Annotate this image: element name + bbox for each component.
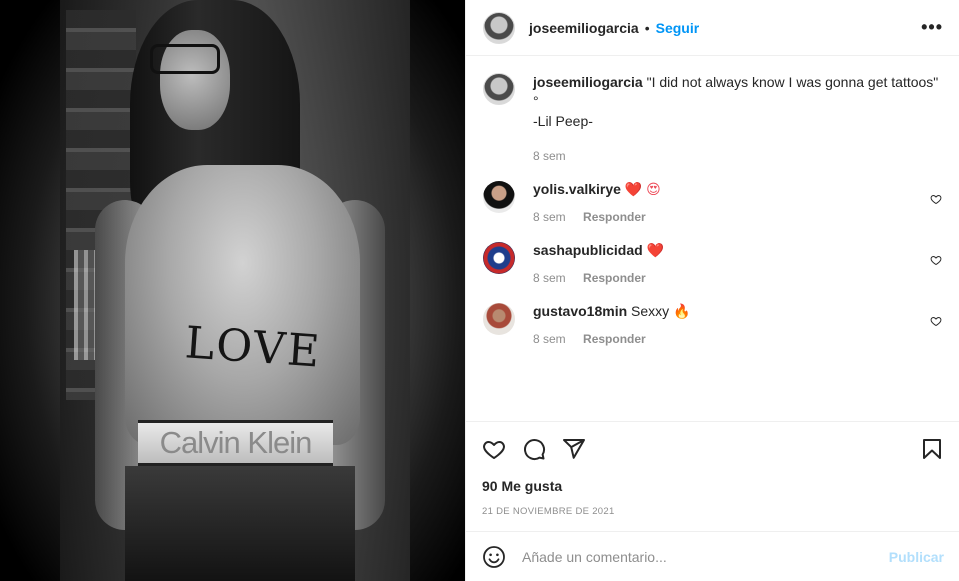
comments-list[interactable]: joseemiliogarcia "I did not always know … [466,57,959,420]
action-icons [482,422,944,476]
comment-item: sashapublicidad ❤️ 8 sem Responder [483,242,944,285]
share-icon[interactable] [562,437,586,461]
post-date[interactable]: 21 DE NOVIEMBRE DE 2021 [482,506,944,517]
photo-jeans [125,466,355,581]
caption-avatar[interactable] [483,73,515,105]
like-comment-heart-icon[interactable] [930,254,942,266]
commenter-avatar[interactable] [483,242,515,274]
bookmark-icon[interactable] [920,437,944,461]
like-comment-heart-icon[interactable] [930,315,942,327]
more-options-icon[interactable]: ••• [921,17,943,38]
photo-glasses [150,44,220,74]
photo-torso [125,165,360,445]
commenter-avatar[interactable] [483,303,515,335]
header-separator: • [644,19,650,36]
author-username[interactable]: joseemiliogarcia [529,20,639,36]
photo-tattoo-text: LOVE [183,317,324,378]
post-side-panel: joseemiliogarcia • Seguir ••• joseemilio… [465,0,959,581]
comment-input[interactable] [522,548,889,565]
comment-icon[interactable] [522,437,546,461]
add-comment-bar: Publicar [466,531,959,581]
comment-meta: 8 sem Responder [533,332,944,346]
caption-time[interactable]: 8 sem [533,149,944,163]
likes-count[interactable]: 90 Me gusta [482,478,944,494]
photo-waistband-text: Calvin Klein [159,425,313,460]
comment-meta: 8 sem Responder [533,271,944,285]
like-heart-icon[interactable] [482,437,506,461]
follow-button[interactable]: Seguir [656,20,700,36]
comment-time[interactable]: 8 sem [533,271,566,285]
caption-line-3: -Lil Peep- [533,113,593,129]
comment-text: ❤️ 😍 [624,181,661,197]
author-avatar[interactable] [483,11,515,44]
comment-text: ❤️ [646,242,665,258]
comment-item: yolis.valkirye ❤️ 😍 8 sem Responder [483,181,944,224]
reply-button[interactable]: Responder [583,271,646,285]
post-header: joseemiliogarcia • Seguir ••• [466,0,959,56]
comment-time[interactable]: 8 sem [533,332,566,346]
commenter-avatar[interactable] [483,181,515,213]
post-actions: 90 Me gusta 21 DE NOVIEMBRE DE 2021 [466,421,959,517]
comment-time[interactable]: 8 sem [533,210,566,224]
comment-username[interactable]: gustavo18min [533,303,627,319]
publish-button[interactable]: Publicar [889,549,944,565]
comment-username[interactable]: yolis.valkirye [533,181,621,197]
caption-line-2: ° [533,93,539,109]
emoji-icon[interactable] [482,545,506,569]
comment-meta: 8 sem Responder [533,210,944,224]
caption: joseemiliogarcia "I did not always know … [483,73,944,163]
caption-username[interactable]: joseemiliogarcia [533,74,643,90]
reply-button[interactable]: Responder [583,210,646,224]
caption-text-line: joseemiliogarcia "I did not always know … [533,73,944,91]
caption-text: "I did not always know I was gonna get t… [646,74,939,90]
like-comment-heart-icon[interactable] [930,193,942,205]
comment-username[interactable]: sashapublicidad [533,242,643,258]
photo-waistband: Calvin Klein [138,420,333,466]
comment-item: gustavo18min Sexxy 🔥 8 sem Responder [483,303,944,346]
comment-text: Sexxy 🔥 [631,303,691,319]
reply-button[interactable]: Responder [583,332,646,346]
post-photo[interactable]: LOVE Calvin Klein [0,0,465,581]
